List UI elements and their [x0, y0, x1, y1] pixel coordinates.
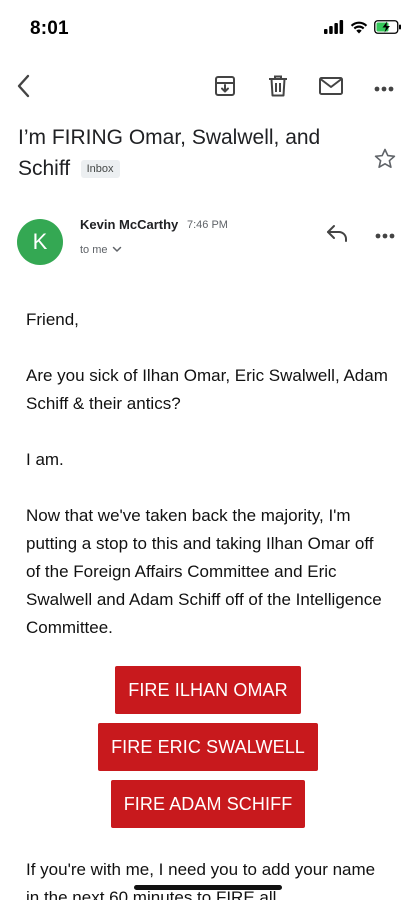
email-body: Friend, Are you sick of Ilhan Omar, Eric…	[26, 306, 390, 900]
wifi-icon	[350, 20, 368, 39]
mark-unread-button[interactable]	[315, 72, 347, 104]
recipient-details-toggle[interactable]: to me	[80, 244, 122, 256]
message-more-button[interactable]	[370, 220, 400, 250]
status-time: 8:01	[30, 18, 69, 39]
email-screen: 8:01 I’m FIRING Omar, Swalwell, and Schi…	[0, 0, 416, 900]
archive-button[interactable]	[209, 72, 241, 104]
subject-block: I’m FIRING Omar, Swalwell, and Schiff In…	[18, 122, 358, 184]
sender-avatar[interactable]: K	[17, 219, 63, 265]
fire-eric-swalwell-button[interactable]: FIRE ERIC SWALWELL	[98, 723, 318, 771]
email-toolbar	[0, 66, 416, 110]
back-button[interactable]	[8, 72, 40, 104]
home-indicator[interactable]	[134, 885, 282, 890]
more-horizontal-icon	[375, 226, 395, 244]
sender-name: Kevin McCarthy	[80, 217, 179, 232]
sent-time: 7:46 PM	[187, 219, 228, 231]
reply-icon	[326, 224, 348, 247]
fire-adam-schiff-button[interactable]: FIRE ADAM SCHIFF	[110, 780, 306, 828]
cta-buttons: FIRE ILHAN OMAR FIRE ERIC SWALWELL FIRE …	[26, 666, 390, 828]
reply-button[interactable]	[322, 220, 352, 250]
cellular-signal-icon	[324, 20, 344, 39]
recipient-text: to me	[80, 244, 108, 256]
chevron-left-icon	[15, 74, 33, 103]
chevron-down-icon	[112, 244, 122, 256]
battery-charging-icon	[374, 20, 402, 39]
status-icons	[324, 20, 402, 39]
fire-ilhan-omar-button[interactable]: FIRE ILHAN OMAR	[115, 666, 301, 714]
body-paragraph: I am.	[26, 450, 64, 469]
mail-icon	[319, 76, 343, 100]
greeting: Friend,	[26, 310, 79, 329]
star-button[interactable]	[370, 146, 400, 176]
star-outline-icon	[373, 147, 397, 176]
more-horizontal-icon	[374, 79, 394, 97]
inbox-label-badge[interactable]: Inbox	[80, 160, 120, 178]
archive-icon	[214, 75, 236, 102]
email-subject: I’m FIRING Omar, Swalwell, and Schiff	[18, 126, 321, 180]
delete-button[interactable]	[262, 72, 294, 104]
body-paragraph: If you're with me, I need you to add you…	[26, 860, 376, 900]
body-paragraph: Are you sick of Ilhan Omar, Eric Swalwel…	[26, 366, 388, 413]
body-paragraph: Now that we've taken back the majority, …	[26, 506, 382, 637]
more-options-button[interactable]	[368, 72, 400, 104]
status-bar: 8:01	[0, 0, 416, 56]
trash-icon	[268, 75, 288, 102]
